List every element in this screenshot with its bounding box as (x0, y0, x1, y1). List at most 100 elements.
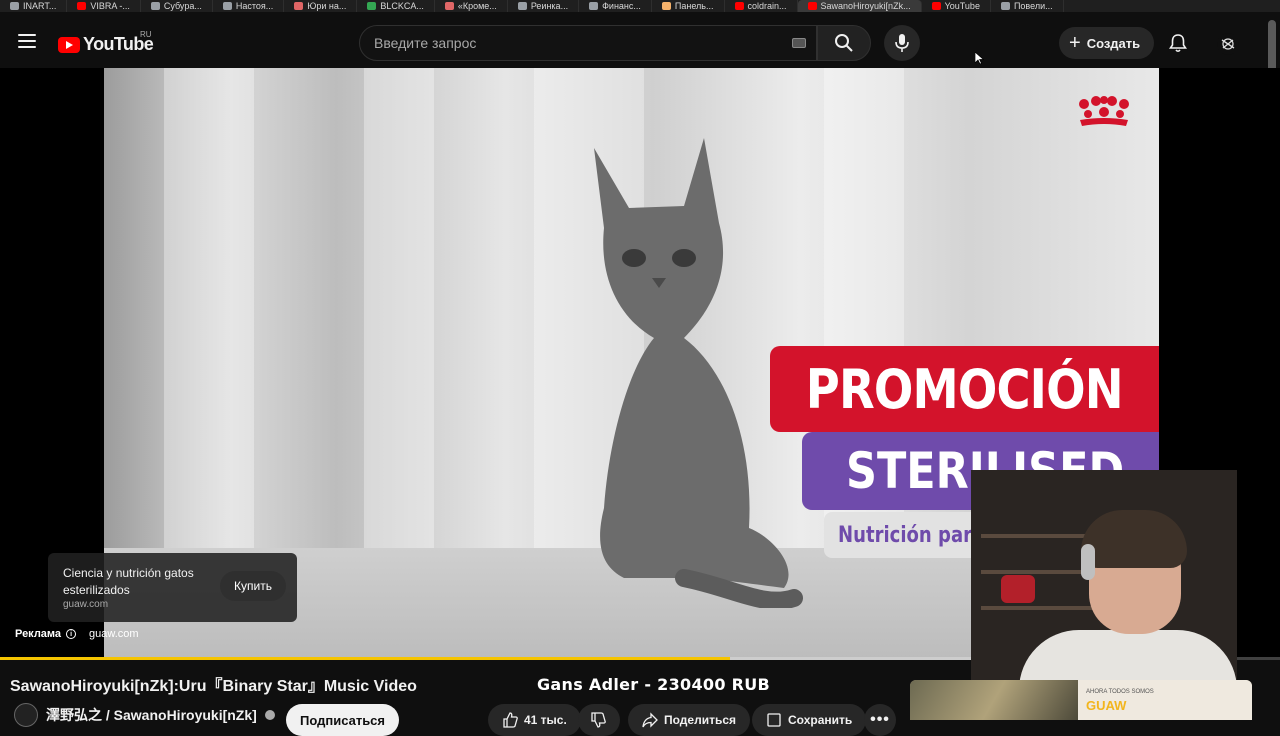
region-code: RU (140, 30, 152, 39)
tab-favicon-icon (734, 2, 744, 10)
search-icon (835, 34, 853, 52)
tab-label: Настоя... (235, 1, 274, 11)
tab-label: Финанс... (602, 1, 641, 11)
browser-tab[interactable]: coldrain... (725, 0, 798, 12)
browser-tab[interactable]: BLCKCA... (357, 0, 435, 12)
menu-icon[interactable] (18, 34, 36, 48)
mouse-cursor-icon (975, 52, 984, 65)
more-actions-button[interactable]: ••• (864, 704, 896, 736)
tab-label: Субура... (163, 1, 202, 11)
tab-label: INART... (23, 1, 57, 11)
ad-card-title: Ciencia y nutrición gatos esterilizados (63, 566, 194, 597)
tab-favicon-icon (661, 2, 671, 10)
keyboard-icon[interactable] (792, 38, 806, 48)
more-icon: ••• (870, 711, 890, 728)
sidebar-ad-brand: GUAW (1086, 698, 1127, 713)
tab-favicon-icon (294, 2, 304, 10)
figurine (1001, 575, 1035, 603)
sidebar-ad-subtitle: AHORA TODOS SOMOS (1086, 689, 1154, 695)
microphone-icon (895, 34, 909, 52)
search-input[interactable] (374, 35, 774, 51)
save-button[interactable]: Сохранить (752, 704, 867, 736)
tab-label: coldrain... (747, 1, 787, 11)
create-label: Создать (1086, 35, 1141, 51)
browser-tab-strip: INART... VIBRA -... Субура... Настоя... Юри … (0, 0, 1280, 12)
browser-tab[interactable]: INART... (0, 0, 68, 12)
promo-banner-red: PROMOCIÓN (770, 346, 1159, 432)
tab-favicon-icon (77, 2, 87, 10)
tab-label: Панель... (674, 1, 714, 11)
tab-label: Повели... (1013, 1, 1053, 11)
browser-tab[interactable]: Субура... (141, 0, 213, 12)
tab-label: SawanoHiroyuki[nZk... (820, 1, 911, 11)
account-avatar-icon[interactable] (1216, 32, 1240, 56)
tab-label: VIBRA -... (90, 1, 130, 11)
share-button[interactable]: Поделиться (628, 704, 751, 736)
sidebar-ad-image (910, 680, 1078, 720)
save-label: Сохранить (788, 713, 853, 727)
tab-label: Реинка... (530, 1, 569, 11)
share-label: Поделиться (664, 713, 737, 727)
ad-url-link[interactable]: guaw.com (89, 628, 139, 640)
sidebar-ad-preview[interactable]: AHORA TODOS SOMOS GUAW (910, 680, 1252, 720)
ad-buy-button[interactable]: Купить (220, 571, 286, 601)
channel-avatar[interactable] (14, 703, 38, 727)
thumbs-up-icon (503, 712, 518, 728)
search-button[interactable] (817, 25, 871, 61)
tab-label: BLCKCA... (380, 1, 424, 11)
search-box[interactable] (359, 25, 817, 61)
verified-badge-icon (264, 710, 275, 720)
ad-info-card[interactable]: Ciencia y nutrición gatos esterilizados … (48, 553, 297, 622)
browser-tab[interactable]: «Кроме... (435, 0, 508, 12)
plus-icon: + (1069, 32, 1081, 54)
create-button[interactable]: + Создать (1059, 27, 1155, 59)
shelf (981, 606, 1101, 610)
tab-favicon-icon (10, 2, 19, 10)
donation-overlay: Gans Adler - 230400 RUB (537, 675, 771, 694)
browser-tab[interactable]: Повели... (991, 0, 1064, 12)
browser-tab[interactable]: SawanoHiroyuki[nZk... (797, 0, 922, 12)
youtube-header: YouTube RU + Создать (0, 12, 1280, 68)
tab-favicon-icon (807, 2, 817, 10)
share-icon (642, 712, 658, 728)
tab-favicon-icon (1000, 2, 1010, 10)
tab-favicon-icon (222, 2, 232, 10)
streamer-webcam (971, 470, 1237, 694)
channel-name[interactable]: 澤野弘之 / SawanoHiroyuki[nZk] (46, 705, 257, 725)
tab-label: Юри на... (307, 1, 347, 11)
royal-canin-crown-logo (1079, 96, 1129, 126)
subscribe-button[interactable]: Подписаться (286, 704, 400, 736)
like-button[interactable]: 41 тыс. (488, 704, 581, 736)
notifications-bell-icon[interactable] (1168, 33, 1188, 53)
youtube-logo[interactable]: YouTube (58, 34, 154, 55)
youtube-play-icon (58, 36, 80, 53)
ad-progress-fill (0, 657, 730, 660)
dislike-button[interactable] (578, 704, 620, 736)
browser-tab[interactable]: Панель... (652, 0, 725, 12)
browser-tab[interactable]: Реинка... (508, 0, 580, 12)
browser-tab[interactable]: YouTube (922, 0, 991, 12)
tab-favicon-icon (444, 2, 454, 10)
tab-favicon-icon (589, 2, 599, 10)
tab-favicon-icon (931, 2, 941, 10)
thumbs-down-icon (591, 712, 606, 728)
tab-label: YouTube (944, 1, 980, 11)
browser-tab[interactable]: Юри на... (284, 0, 358, 12)
ad-card-domain: guaw.com (63, 599, 109, 610)
browser-tab[interactable]: VIBRA -... (67, 0, 141, 12)
promo-line-1: PROMOCIÓN (806, 357, 1124, 421)
info-icon[interactable]: i (66, 629, 77, 639)
tab-favicon-icon (367, 2, 377, 10)
streamer-hair (1081, 510, 1187, 568)
video-title: SawanoHiroyuki[nZk]:Uru『Binary Star』Musi… (10, 678, 417, 695)
channel-row: 澤野弘之 / SawanoHiroyuki[nZk] (14, 703, 275, 727)
like-count: 41 тыс. (524, 713, 567, 727)
browser-tab[interactable]: Финанс... (579, 0, 652, 12)
browser-tab[interactable]: Настоя... (213, 0, 285, 12)
tab-favicon-icon (517, 2, 527, 10)
tab-favicon-icon (150, 2, 160, 10)
voice-search-button[interactable] (884, 25, 920, 61)
ad-label[interactable]: Реклама i (15, 628, 77, 640)
tab-label: «Кроме... (457, 1, 497, 11)
ad-label-text: Реклама (15, 628, 62, 640)
